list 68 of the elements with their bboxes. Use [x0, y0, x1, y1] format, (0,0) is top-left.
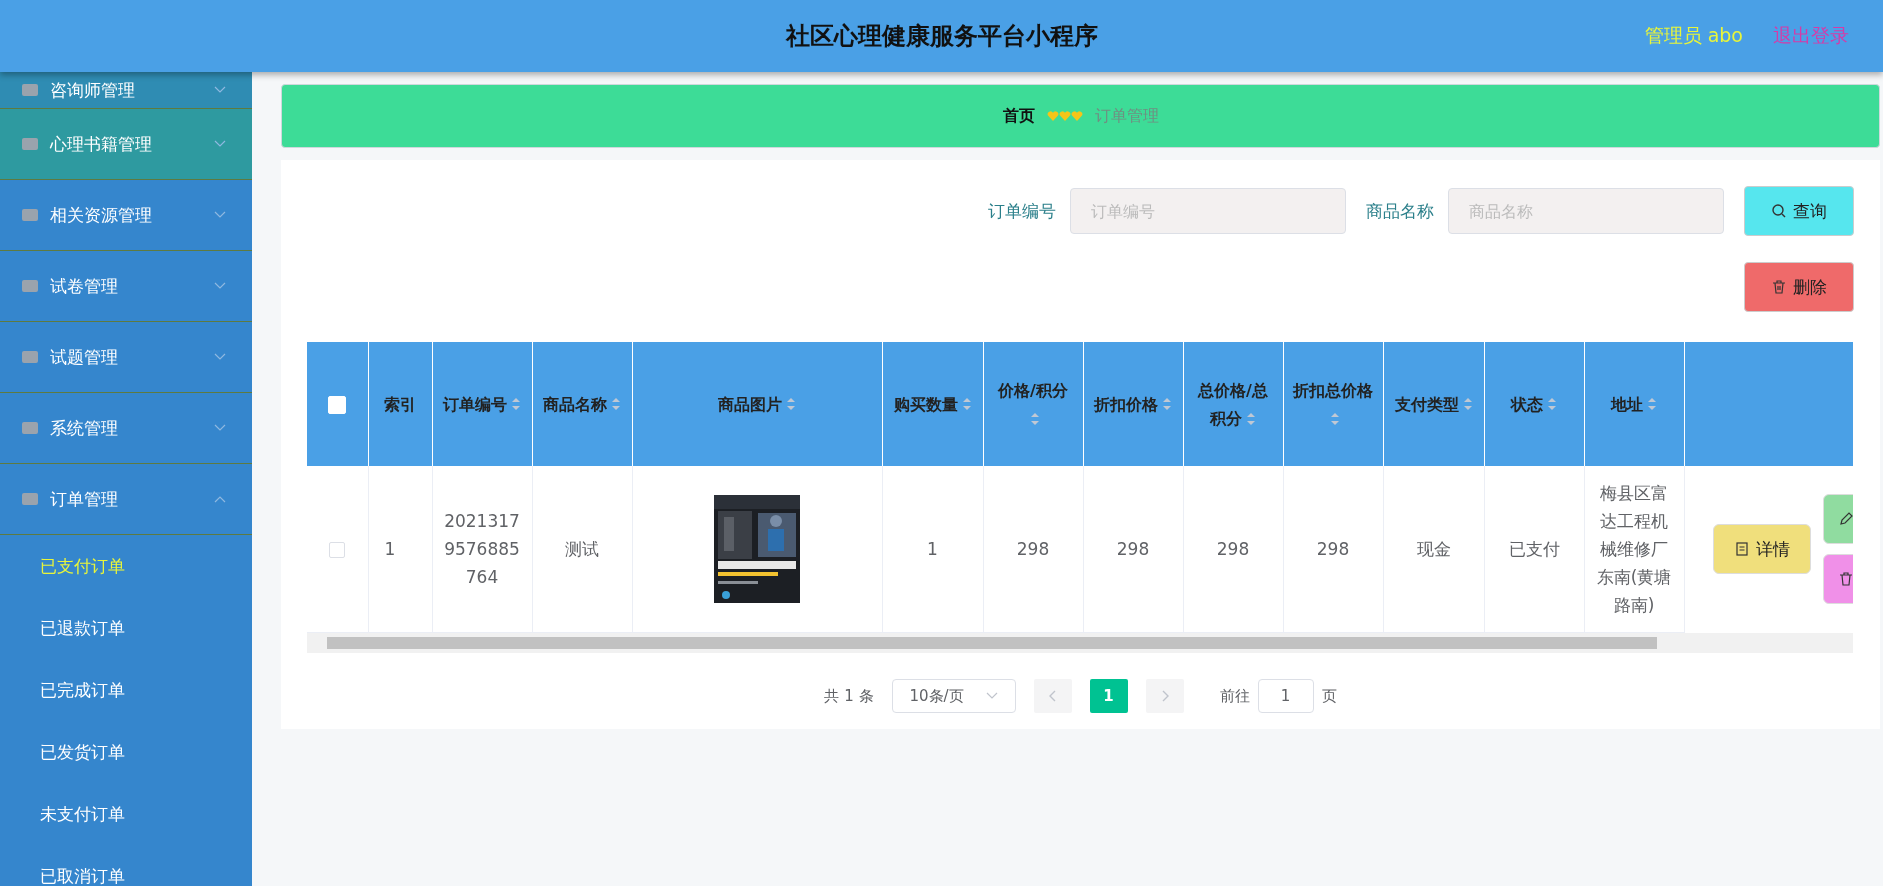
total-count: 共 1 条 [824, 686, 874, 706]
chevron-down-icon [214, 353, 226, 361]
page-input[interactable]: 1 [1257, 679, 1314, 713]
table-cell: 298 [983, 466, 1083, 633]
next-page-button[interactable] [1145, 679, 1184, 713]
trash-icon [1837, 571, 1853, 587]
scrollbar-thumb[interactable] [327, 637, 1657, 649]
column-header[interactable]: 总价格/总积分 [1183, 342, 1283, 466]
column-header[interactable]: 索引 [368, 342, 432, 466]
table-cell: 1 [368, 466, 432, 633]
trash-icon [1771, 279, 1787, 295]
column-header[interactable]: 折扣总价格 [1283, 342, 1383, 466]
hearts-icon [1046, 110, 1083, 122]
column-header[interactable]: 支付类型 [1383, 342, 1484, 466]
table-cell: 已支付 [1484, 466, 1584, 633]
pencil-icon [1837, 511, 1853, 527]
page-unit: 页 [1321, 686, 1337, 706]
table-cell: 298 [1083, 466, 1183, 633]
delete-button[interactable]: 删除 [1744, 262, 1854, 312]
column-header[interactable]: 状态 [1484, 342, 1584, 466]
menu-item[interactable]: 咨询师管理 [0, 72, 252, 109]
page-size-select[interactable]: 10条/页 [891, 679, 1016, 713]
column-header[interactable]: 商品名称 [532, 342, 632, 466]
submenu-item[interactable]: 已退款订单 [0, 597, 125, 659]
goto-label: 前往 [1219, 686, 1250, 706]
details-button[interactable]: 详情 [1712, 524, 1811, 574]
search-field[interactable]: 商品名称 [1448, 188, 1724, 234]
column-header[interactable]: 价格/积分 [983, 342, 1083, 466]
search-icon [1771, 203, 1787, 219]
table-cell: 梅县区富达工程机械维修厂东南(黄塘路南) [1584, 466, 1684, 633]
table-cell: 20213179576885764 [432, 466, 532, 633]
table-cell: 1 [882, 466, 983, 633]
search-field[interactable]: 订单编号 [1070, 188, 1346, 234]
select-all-checkbox[interactable] [328, 395, 347, 414]
table-cell: 测试 [532, 466, 632, 633]
submenu-item[interactable]: 已取消订单 [0, 845, 125, 886]
chevron-down-icon [214, 211, 226, 219]
column-header[interactable]: 商品图片 [632, 342, 882, 466]
chevron-down-icon [214, 424, 226, 432]
chevron-up-icon [214, 495, 226, 503]
document-icon [1733, 541, 1750, 557]
previous-page-button[interactable] [1033, 679, 1072, 713]
app-title: 社区心理健康服务平台小程序 [785, 21, 1098, 52]
scrollbar[interactable] [307, 633, 1853, 653]
field-label: 订单编号 [988, 199, 1056, 223]
submenu-item[interactable]: 已发货订单 [0, 721, 125, 783]
submenu-item[interactable]: 已支付订单 [0, 535, 125, 597]
column-header[interactable]: 折扣价格 [1083, 342, 1183, 466]
chevron-down-icon [214, 86, 226, 94]
chevron-right-icon [1160, 690, 1169, 702]
field-label: 商品名称 [1366, 199, 1434, 223]
submenu-item[interactable]: 已完成订单 [0, 659, 125, 721]
submenu-item[interactable]: 未支付订单 [0, 783, 125, 845]
user-label: 管理员 abo [1644, 23, 1743, 48]
row-checkbox[interactable] [329, 542, 346, 558]
chevron-down-icon [214, 140, 226, 148]
chevron-down-icon [985, 692, 998, 700]
table-cell: 298 [1183, 466, 1283, 633]
search-button[interactable]: 查询 [1744, 186, 1854, 236]
chevron-left-icon [1048, 690, 1057, 702]
menu-item[interactable]: 心理书籍管理 [0, 109, 252, 180]
table-cell: 现金 [1383, 466, 1484, 633]
column-header[interactable]: 订单编号 [432, 342, 532, 466]
column-header[interactable]: 购买数量 [882, 342, 983, 466]
breadcrumb-link[interactable]: 首页 [1002, 105, 1035, 127]
column-header[interactable]: 地址 [1584, 342, 1684, 466]
table-cell: 298 [1283, 466, 1383, 633]
chevron-down-icon [214, 282, 226, 290]
